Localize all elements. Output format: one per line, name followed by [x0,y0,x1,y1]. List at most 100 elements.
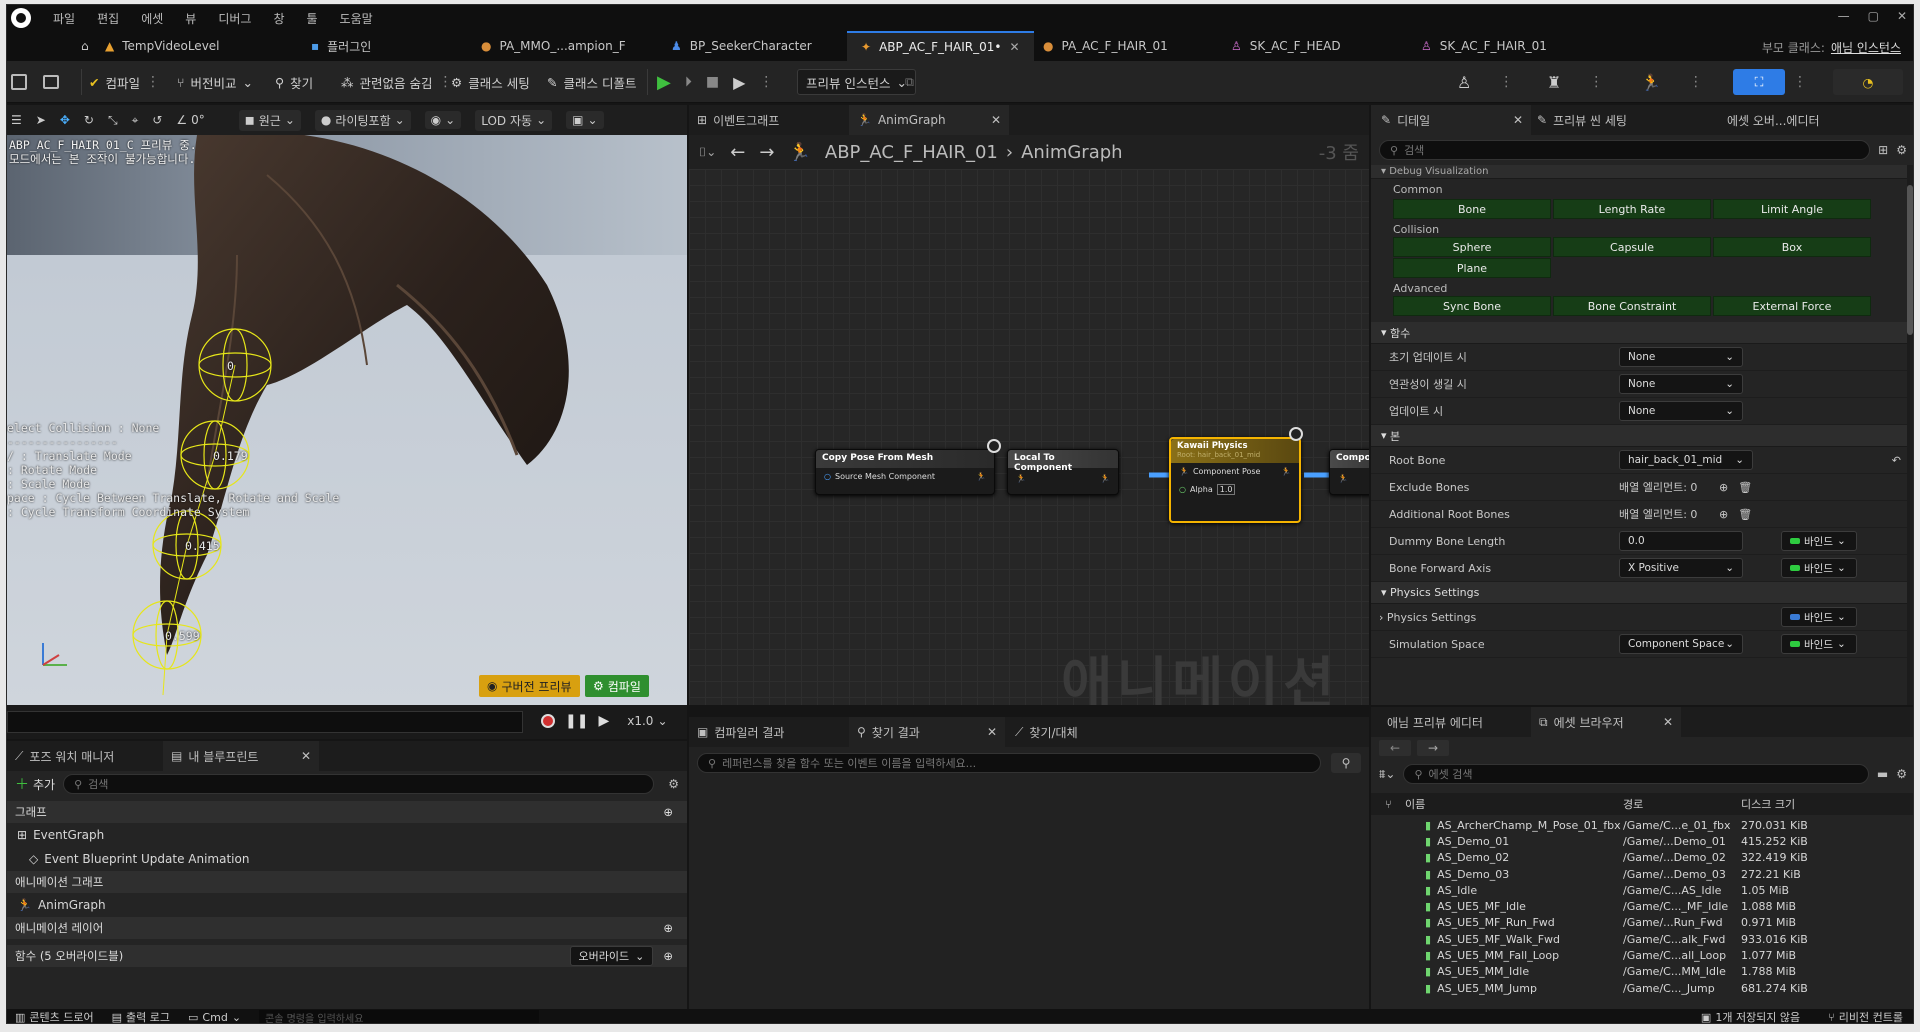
debug-box-button[interactable]: Box [1713,237,1871,257]
cmd-dropdown[interactable]: ▭ Cmd ⌄ [188,1011,241,1024]
back-arrow-icon[interactable]: ← [730,142,745,163]
close-tab-icon[interactable]: ✕ [1009,40,1019,54]
tab-asset-override[interactable]: 에셋 오버...에디터 [1727,105,1820,135]
debug-sync-bone-button[interactable]: Sync Bone [1393,296,1551,316]
pin-source-mesh[interactable]: ○ Source Mesh Component 🏃 [816,468,994,485]
asset-row[interactable]: ▮ AS_Demo_02/Game/...Demo_02 322.419 KiB [1423,850,1913,866]
source-control-icon[interactable]: ⑂ [1371,798,1405,811]
add-button[interactable]: ＋ 추가 [15,774,55,794]
tab-pose-watch[interactable]: ⟋ 포즈 워치 매니저 [15,741,114,771]
find-button[interactable]: ⚲ 찾기 [275,69,313,95]
breadcrumb-graph[interactable]: AnimGraph [1021,142,1122,163]
menu-help[interactable]: 도움말 [340,10,373,27]
playback-speed-dropdown[interactable]: x1.0 ⌄ [627,714,667,728]
physics-mode-button[interactable]: ◔ [1833,69,1903,95]
menu-file[interactable]: 파일 [53,10,75,27]
add-element-icon[interactable]: ⊕ [1719,481,1728,494]
trash-icon[interactable]: 🗑 [1738,481,1752,494]
unsaved-button[interactable]: ▣ 1개 저장되지 않음 [1701,1009,1800,1024]
bind-button[interactable]: 바인드 ⌄ [1781,558,1857,578]
rotate-icon[interactable]: ↻ [84,113,94,127]
dummy-bone-length-input[interactable]: 0.0 [1619,531,1743,551]
anim-graph-canvas[interactable]: Copy Pose From Mesh ○ Source Mesh Compone… [689,169,1369,705]
asset-row[interactable]: ▮ AS_UE5_MF_Run_Fwd/Game/...Run_Fwd 0.971 … [1423,915,1913,931]
tab-anim-graph[interactable]: 🏃 AnimGraph ✕ [849,105,1009,135]
layout-dropdown[interactable]: ▣ ⌄ [566,111,604,129]
table-view-icon[interactable]: ⊞ [1878,143,1888,157]
column-path[interactable]: 경로 [1623,796,1741,812]
debug-limit-angle-button[interactable]: Limit Angle [1713,199,1871,219]
section-functions[interactable]: ▾ 함수 [1371,322,1907,344]
debug-filter-icon[interactable]: ⧉ [905,69,914,95]
bind-button[interactable]: 바인드 ⌄ [1781,531,1857,551]
content-drawer-button[interactable]: ▥ 콘텐츠 드로어 [15,1009,94,1024]
record-icon[interactable] [541,714,555,728]
viewport-options-icon[interactable]: ☰ [11,113,22,127]
pin-alpha[interactable]: ○ Alpha 1.0 [1171,480,1299,499]
trash-icon[interactable]: 🗑 [1738,508,1752,521]
root-bone-dropdown[interactable]: hair_back_01_mid ⌄ [1619,450,1753,470]
category-functions[interactable]: 함수 (5 오버라이드블) 오버라이드 ⌄ ⊕ [7,945,687,967]
settings-gear-icon[interactable]: ⚙ [1896,143,1907,157]
override-dropdown[interactable]: 오버라이드 ⌄ [569,946,654,966]
add-circle-icon[interactable]: ⊕ [663,921,673,935]
coordinate-icon[interactable]: ⌖ [132,113,139,128]
category-graphs[interactable]: 그래프 ⊕ [7,801,687,823]
close-tab-icon[interactable]: ✕ [1513,113,1523,127]
asset-row[interactable]: ▮ AS_Idle/Game/C...AS_Idle 1.05 MiB [1423,882,1913,898]
tab-pa-mmo[interactable]: ● PA_MMO_...ampion_F [467,31,640,61]
category-anim-layers[interactable]: 애니메이션 레이어 ⊕ [7,917,687,939]
find-results-search-input[interactable]: ⚲ 레퍼런스를 찾을 함수 또는 이벤트 이름을 입력하세요... [697,753,1321,773]
hide-unrelated-button[interactable]: ⁂ 관련없음 숨김 ⋮ [341,69,452,95]
item-event-graph[interactable]: ⊞ EventGraph [7,823,687,847]
blueprint-mode-menu[interactable]: ⋮ [1793,69,1807,95]
close-tab-icon[interactable]: ✕ [1663,715,1673,729]
section-debug-visualization[interactable]: ▾ Debug Visualization [1371,165,1907,179]
close-tab-icon[interactable]: ✕ [987,725,997,739]
section-physics-settings[interactable]: ▾ Physics Settings [1371,582,1907,604]
tab-plugins[interactable]: ▪ 플러그인 [297,31,385,61]
add-circle-icon[interactable]: ⊕ [663,949,673,963]
skeleton-mode-icon[interactable]: ♙ [1457,73,1471,92]
output-log-button[interactable]: ▤ 출력 로그 [112,1009,170,1024]
on-update-dropdown[interactable]: None ⌄ [1619,401,1743,421]
add-circle-icon[interactable]: ⊕ [663,805,673,819]
breadcrumb-blueprint[interactable]: ABP_AC_F_HAIR_01 [825,142,998,163]
item-anim-graph[interactable]: 🏃 AnimGraph [7,893,687,917]
class-settings-button[interactable]: ⚙ 클래스 세팅 [451,69,530,95]
details-scrollbar[interactable] [1907,165,1913,705]
tab-anim-preview-editor[interactable]: 애님 프리뷰 에디터 [1387,707,1483,737]
asset-row[interactable]: ▮ AS_UE5_MM_Idle/Game/C...MM_Idle 1.788 Mi… [1423,964,1913,980]
tab-find-replace[interactable]: ⟋ 찾기/대체 [1015,717,1078,747]
menu-view[interactable]: 뷰 [185,10,196,27]
debug-capsule-button[interactable]: Capsule [1553,237,1711,257]
unreal-logo-icon[interactable] [11,8,31,28]
class-defaults-button[interactable]: ✎ 클래스 디폴트 [547,69,636,95]
timeline-scrubber[interactable] [7,711,523,733]
lod-dropdown[interactable]: LOD 자동 ⌄ [475,109,553,131]
close-tab-icon[interactable]: ✕ [991,113,1001,127]
settings-gear-icon[interactable]: ⚙ [1896,767,1907,781]
tab-tempvideolevel[interactable]: ▲ TempVideoLevel [91,31,234,61]
possess-icon[interactable]: ▶ [733,73,745,92]
forward-axis-dropdown[interactable]: X Positive ⌄ [1619,558,1743,578]
tab-pa-hair[interactable]: ● PA_AC_F_HAIR_01 [1029,31,1182,61]
viewport-compile-button[interactable]: ⚙ 컴파일 [585,675,649,697]
tab-details[interactable]: ✎ 디테일 ✕ [1371,105,1531,135]
node-copy-pose[interactable]: Copy Pose From Mesh ○ Source Mesh Compone… [815,449,995,495]
column-name[interactable]: 이름 [1405,796,1623,812]
tab-my-blueprint[interactable]: ▤ 내 블루프린트 ✕ [163,741,319,771]
details-search-input[interactable]: ⚲ 검색 [1379,140,1871,160]
debug-bone-constraint-button[interactable]: Bone Constraint [1553,296,1711,316]
pause-icon[interactable]: ❚❚ [565,713,588,729]
tab-asset-browser[interactable]: ⧉ 에셋 브라우저 ✕ [1531,707,1681,737]
old-preview-button[interactable]: ◉ 구버전 프리뷰 [479,675,580,697]
play-forward-icon[interactable]: ▶ [598,713,609,729]
blueprint-mode-button[interactable]: ⛶ [1733,69,1785,95]
tab-sk-head[interactable]: ♙ SK_AC_F_HEAD [1217,31,1355,61]
lighting-dropdown[interactable]: ● 라이팅포함 ⌄ [314,109,411,131]
category-anim-graphs[interactable]: 애니메이션 그래프 [7,871,687,893]
tab-event-graph[interactable]: ⊞ 이벤트그래프 [697,105,779,135]
item-event-update[interactable]: ◇ Event Blueprint Update Animation [7,847,687,871]
maximize-icon[interactable]: ▢ [1868,9,1879,23]
